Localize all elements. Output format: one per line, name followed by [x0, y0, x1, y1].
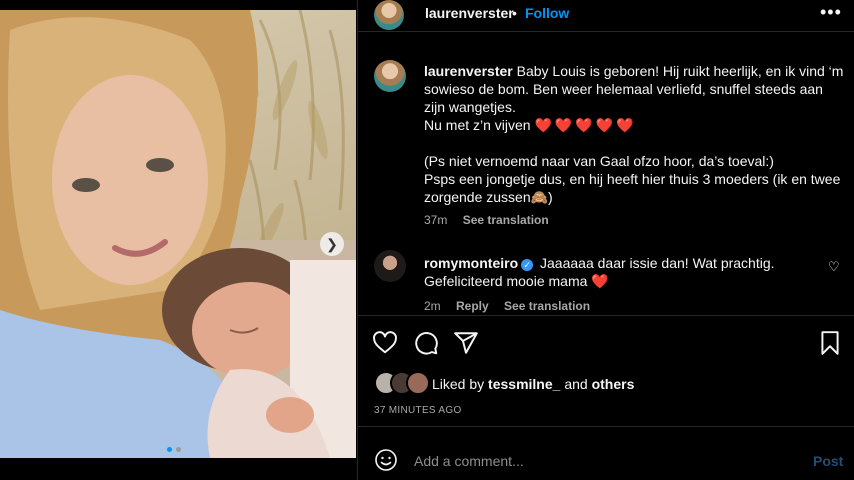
- carousel-dot-active: [167, 447, 172, 452]
- commenter-username[interactable]: romymonteiro: [424, 255, 518, 271]
- follow-button[interactable]: Follow: [525, 5, 569, 21]
- liked-by-summary: Liked by tessmilne_ and others: [432, 376, 634, 392]
- liked-by-others-link[interactable]: others: [592, 376, 635, 392]
- liked-by-avatars[interactable]: [374, 371, 430, 395]
- post-timestamp[interactable]: 37 MINUTES AGO: [374, 405, 462, 416]
- post-photo[interactable]: ❯: [0, 10, 356, 458]
- comment-meta: 2m Reply See translation: [424, 299, 602, 313]
- comments-section: laurenverster Baby Louis is geboren! Hij…: [358, 33, 854, 316]
- verified-badge-icon: ✓: [521, 259, 534, 271]
- caption-hearts: ❤️❤️❤️❤️❤️: [534, 117, 637, 133]
- caption-see-translation-button[interactable]: See translation: [463, 213, 549, 227]
- post-comment-button[interactable]: Post: [813, 453, 843, 469]
- comment-like-heart-icon[interactable]: ♡: [828, 259, 840, 275]
- caption-text-line4: Psps een jongetje dus, en hij heeft hier…: [424, 171, 841, 205]
- like-heart-icon[interactable]: [372, 330, 398, 356]
- comment-item: romymonteiro ✓ Jaaaaaa daar issie dan! Wa…: [424, 254, 824, 290]
- caption-avatar[interactable]: [374, 60, 406, 92]
- carousel-indicator: [167, 447, 181, 452]
- comment-heart-emoji: ❤️: [591, 273, 609, 289]
- liker-avatar: [406, 371, 430, 395]
- next-image-button[interactable]: ❯: [320, 232, 344, 256]
- post-header: laurenverster • Follow •••: [358, 0, 854, 32]
- more-options-icon[interactable]: •••: [820, 2, 842, 23]
- liked-by-user[interactable]: tessmilne_: [488, 376, 560, 392]
- header-separator: •: [512, 5, 517, 21]
- comment-reply-button[interactable]: Reply: [456, 299, 489, 313]
- post-caption: laurenverster Baby Louis is geboren! Hij…: [424, 62, 844, 206]
- caption-meta: 37m See translation: [424, 213, 561, 227]
- comment-see-translation-button[interactable]: See translation: [504, 299, 590, 313]
- author-avatar[interactable]: [374, 0, 404, 30]
- caption-username[interactable]: laurenverster: [424, 63, 513, 79]
- add-comment-bar: Post: [358, 440, 854, 480]
- comment-bubble-icon[interactable]: [413, 330, 439, 356]
- add-comment-input[interactable]: [414, 450, 794, 472]
- share-send-icon[interactable]: [453, 330, 479, 356]
- emoji-icon[interactable]: [374, 448, 398, 472]
- caption-time[interactable]: 37m: [424, 213, 447, 227]
- author-username[interactable]: laurenverster: [425, 5, 514, 21]
- commenter-avatar[interactable]: [374, 250, 406, 282]
- photo-illustration: [0, 10, 356, 458]
- post-actions: Liked by tessmilne_ and others 37 MINUTE…: [358, 317, 854, 427]
- liked-by-prefix: Liked by: [432, 376, 485, 392]
- save-bookmark-icon[interactable]: [817, 330, 843, 356]
- carousel-dot: [176, 447, 181, 452]
- caption-text-line3: (Ps niet vernoemd naar van Gaal ofzo hoo…: [424, 153, 774, 169]
- caption-text-line2: Nu met z’n vijven: [424, 117, 531, 133]
- comment-time[interactable]: 2m: [424, 299, 441, 313]
- liked-by-and: and: [564, 376, 588, 392]
- post-side-panel: laurenverster • Follow ••• laurenverster…: [357, 0, 854, 480]
- post-media-panel: ❯: [0, 0, 356, 480]
